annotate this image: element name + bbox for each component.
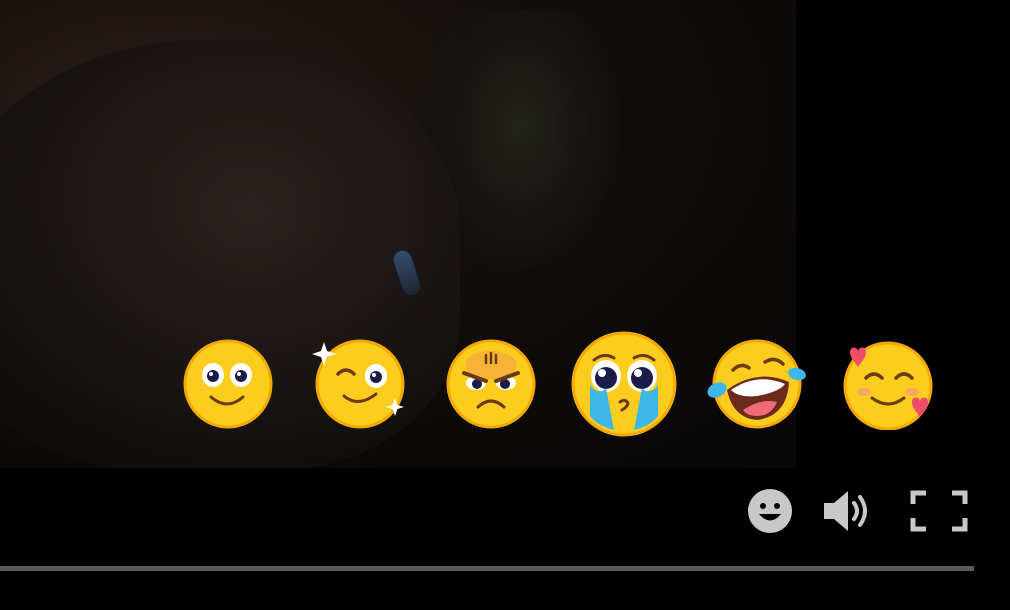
fullscreen-icon[interactable]: [910, 490, 968, 536]
progress-played: [0, 566, 974, 571]
volume-icon[interactable]: [820, 487, 876, 539]
winking-sparkle-face-icon[interactable]: [310, 336, 410, 432]
progress-bar[interactable]: [0, 566, 974, 571]
smiling-face-icon[interactable]: [183, 339, 273, 429]
tears-of-joy-face-icon[interactable]: [707, 338, 807, 430]
angry-face-icon[interactable]: [446, 339, 536, 429]
pleading-crying-face-icon[interactable]: [570, 330, 678, 438]
reaction-bar: [180, 328, 940, 440]
smiling-face-with-hearts-icon[interactable]: [840, 338, 940, 430]
emoji-picker-icon[interactable]: [746, 487, 794, 539]
